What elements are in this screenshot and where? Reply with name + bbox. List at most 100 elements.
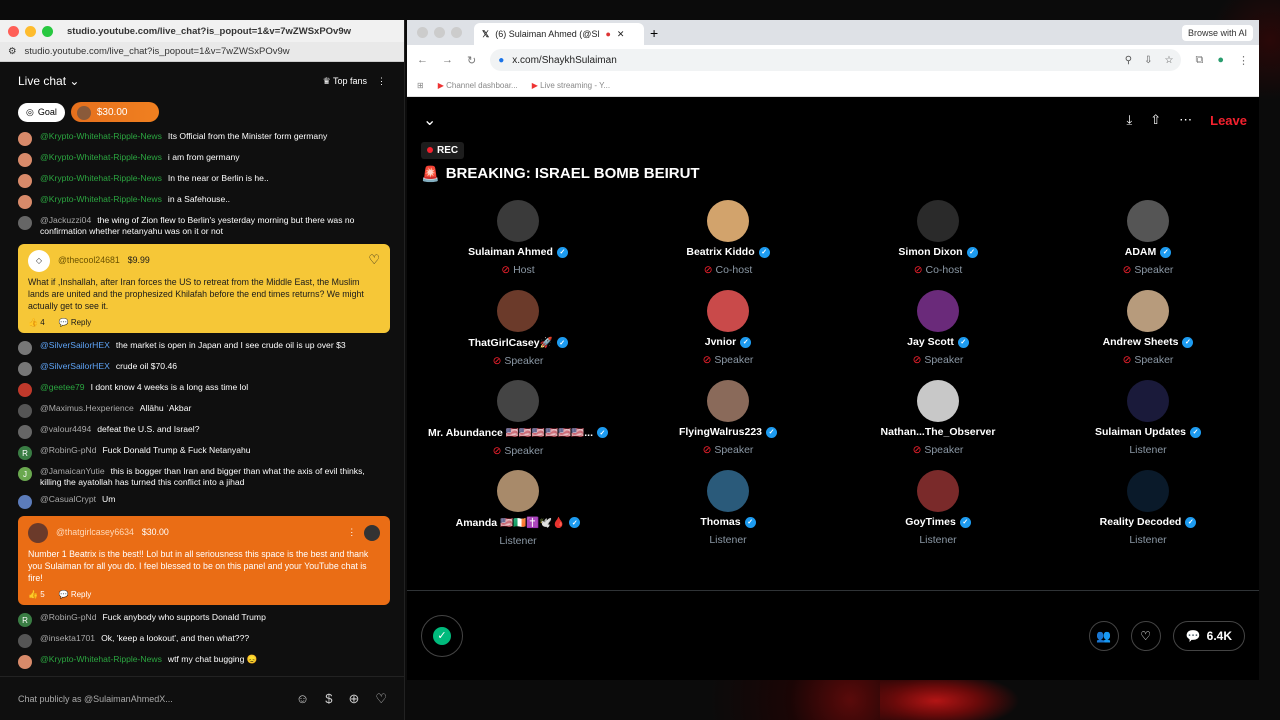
super-chat-icon[interactable]: $ — [325, 691, 332, 707]
chat-message[interactable]: @Krypto-Whitehat-Ripple-News wtf my chat … — [0, 651, 405, 672]
chat-message[interactable]: @Krypto-Whitehat-Ripple-News Its Official… — [0, 128, 405, 149]
site-info-icon[interactable]: ● — [498, 55, 504, 66]
chat-messages[interactable]: @Krypto-Whitehat-Ripple-News Its Official… — [0, 128, 405, 673]
more-options-icon[interactable]: ⋮ — [347, 527, 356, 538]
emoji-icon[interactable]: ☺ — [296, 691, 309, 707]
mic-status-button[interactable]: ✓ — [421, 614, 463, 657]
participant[interactable]: Reality Decoded ✓ Listener — [1043, 470, 1253, 554]
chat-message[interactable]: @SilverSailorHEX crude oil $70.46 — [0, 358, 405, 379]
close-window-button[interactable] — [8, 25, 19, 37]
close-window-button[interactable] — [417, 27, 428, 38]
people-icon[interactable]: 👥 — [1088, 620, 1119, 651]
forward-icon[interactable]: → — [442, 54, 453, 66]
url-bar[interactable]: ⚙ studio.youtube.com/live_chat?is_popout… — [0, 42, 404, 62]
zoom-icon[interactable]: ⚲ — [1125, 55, 1132, 66]
like-button[interactable]: 👍 4 — [28, 318, 45, 327]
participant[interactable]: Mr. Abundance 🇺🇸🇺🇸🇺🇸🇺🇸🇺🇸🇺🇸... ✓ ⊘ Speaker — [413, 380, 623, 464]
menu-icon[interactable]: ⋮ — [1238, 54, 1249, 67]
avatar — [707, 380, 749, 422]
minimize-window-button[interactable] — [434, 27, 445, 38]
chat-message[interactable]: @valour4494 defeat the U.S. and Israel? — [0, 421, 405, 442]
message-author: @Maximus.Hexperience — [40, 403, 134, 413]
participant[interactable]: Jvnior ✓ ⊘ Speaker — [623, 290, 833, 374]
reactions-icon[interactable]: ♡ — [1130, 620, 1161, 651]
goal-progress-bar[interactable]: $30.00 — [70, 102, 159, 122]
share-icon[interactable]: ⇧ — [1150, 112, 1161, 128]
heart-icon[interactable]: ♡ — [368, 252, 380, 268]
verified-badge-icon: ✓ — [556, 246, 568, 258]
chat-message[interactable]: @Krypto-Whitehat-Ripple-News In the near … — [0, 170, 405, 191]
verified-badge-icon: ✓ — [959, 516, 971, 528]
chat-message[interactable]: R @RobinG-pNd Fuck anybody who supports D… — [0, 609, 405, 630]
leave-button[interactable]: Leave — [1210, 113, 1247, 128]
bookmark-item[interactable]: ▶ Live streaming - Y... — [532, 81, 610, 90]
url-input[interactable]: ● x.com/ShaykhSulaiman ⚲ ⇩ ☆ — [490, 49, 1182, 71]
reload-icon[interactable]: ↻ — [467, 54, 476, 67]
new-tab-icon[interactable]: + — [650, 25, 658, 41]
top-fans-button[interactable]: ♛ Top fans — [323, 76, 367, 87]
participant[interactable]: Simon Dixon ✓ ⊘ Co-host — [833, 200, 1043, 284]
verified-badge-icon: ✓ — [556, 337, 568, 348]
live-chat-title[interactable]: Live chat ⌄ — [18, 74, 79, 88]
participant[interactable]: Amanda 🇺🇸🇮🇪✝️🕊️🩸 ✓ Listener — [413, 470, 623, 554]
reply-button[interactable]: 💬 Reply — [59, 318, 92, 327]
participant[interactable]: Beatrix Kiddo ✓ ⊘ Co-host — [623, 200, 833, 284]
minimize-window-button[interactable] — [25, 25, 36, 37]
chat-message[interactable]: @Krypto-Whitehat-Ripple-News in a Safehou… — [0, 191, 405, 212]
bookmarks-bar: ⊞ ▶ Channel dashboar... ▶ Live streaming… — [407, 75, 1259, 97]
participant[interactable]: Sulaiman Updates ✓ Listener — [1043, 380, 1253, 464]
chat-input[interactable]: Chat publicly as @SulaimanAhmedX... — [18, 694, 173, 704]
chat-message[interactable]: @geetee79 I dont know 4 weeks is a long a… — [0, 379, 405, 400]
minimize-space-icon[interactable]: ⤓ — [1126, 112, 1132, 128]
back-icon[interactable]: ← — [417, 54, 428, 66]
window-title: studio.youtube.com/live_chat?is_popout=1… — [67, 25, 352, 37]
participant-name: Sulaiman Updates — [1094, 426, 1187, 438]
like-button[interactable]: 👍 5 — [28, 590, 45, 599]
participant[interactable]: GoyTimes ✓ Listener — [833, 470, 1043, 554]
bookmark-item[interactable]: ▶ Channel dashboar... — [438, 81, 518, 90]
participant[interactable]: Sulaiman Ahmed ✓ ⊘ Host — [413, 200, 623, 284]
x-logo-icon: 𝕏 — [482, 28, 490, 39]
collapse-chevron-icon[interactable]: ⌄ — [423, 110, 436, 130]
participant[interactable]: Thomas ✓ Listener — [623, 470, 833, 554]
participant-name: GoyTimes — [905, 516, 956, 528]
close-icon[interactable]: ✕ — [617, 29, 625, 40]
participant[interactable]: FlyingWalrus223 ✓ ⊘ Speaker — [623, 380, 833, 464]
goal-button[interactable]: ◎ Goal — [18, 102, 65, 122]
participant[interactable]: ADAM ✓ ⊘ Speaker — [1043, 200, 1253, 284]
apps-icon[interactable]: ⊞ — [417, 81, 424, 90]
comments-button[interactable]: 💬 6.4K — [1172, 620, 1245, 651]
install-icon[interactable]: ⇩ — [1144, 55, 1152, 66]
chat-message[interactable]: J @JamaicanYutie this is bogger than Iran… — [0, 463, 405, 491]
chat-message[interactable]: @SilverSailorHEX the market is open in Ja… — [0, 337, 405, 358]
participant[interactable]: ThatGirlCasey🚀 ✓ ⊘ Speaker — [413, 290, 623, 374]
participant[interactable]: Nathan...The_Observer ⊘ Speaker — [833, 380, 1043, 464]
site-settings-icon[interactable]: ⚙ — [8, 46, 17, 57]
tab-x-profile[interactable]: 𝕏 (6) Sulaiman Ahmed (@Sl ● ✕ — [474, 23, 644, 45]
extensions-icon[interactable]: ⧉ — [1195, 54, 1203, 67]
participant-name: Andrew Sheets — [1102, 336, 1179, 348]
more-options-icon[interactable]: ⋮ — [377, 76, 386, 87]
avatar — [1127, 470, 1169, 512]
maximize-window-button[interactable] — [451, 27, 462, 38]
browse-with-ai-button[interactable]: Browse with AI — [1181, 25, 1253, 41]
chat-message[interactable]: @insekta1701 Ok, 'keep a lookout', and th… — [0, 630, 405, 651]
participant-name: Thomas — [700, 516, 741, 528]
avatar — [497, 380, 539, 422]
participants-grid: Sulaiman Ahmed ✓ ⊘ Host Beatrix Kiddo ✓ ⊘ … — [407, 200, 1259, 554]
maximize-window-button[interactable] — [42, 25, 53, 37]
profile-avatar[interactable]: ● — [1217, 54, 1224, 66]
add-icon[interactable]: ⊕ — [348, 691, 359, 707]
chat-message[interactable]: @Krypto-Whitehat-Ripple-News i am from ge… — [0, 149, 405, 170]
chat-message[interactable]: R @RobinG-pNd Fuck Donald Trump & Fuck Ne… — [0, 442, 405, 463]
chat-message[interactable]: @CasualCrypt Um — [0, 491, 405, 512]
chat-message[interactable]: @Maximus.Hexperience Allāhu ʾAkbar — [0, 400, 405, 421]
heart-icon[interactable]: ♡ — [375, 691, 387, 707]
bookmark-star-icon[interactable]: ☆ — [1165, 55, 1174, 66]
more-options-icon[interactable]: ⋯ — [1179, 112, 1192, 128]
reply-button[interactable]: 💬 Reply — [59, 590, 92, 599]
message-author: @JamaicanYutie — [40, 466, 105, 476]
participant[interactable]: Andrew Sheets ✓ ⊘ Speaker — [1043, 290, 1253, 374]
chat-message[interactable]: @Jackuzzi04 the wing of Zion flew to Berl… — [0, 212, 405, 240]
participant[interactable]: Jay Scott ✓ ⊘ Speaker — [833, 290, 1043, 374]
